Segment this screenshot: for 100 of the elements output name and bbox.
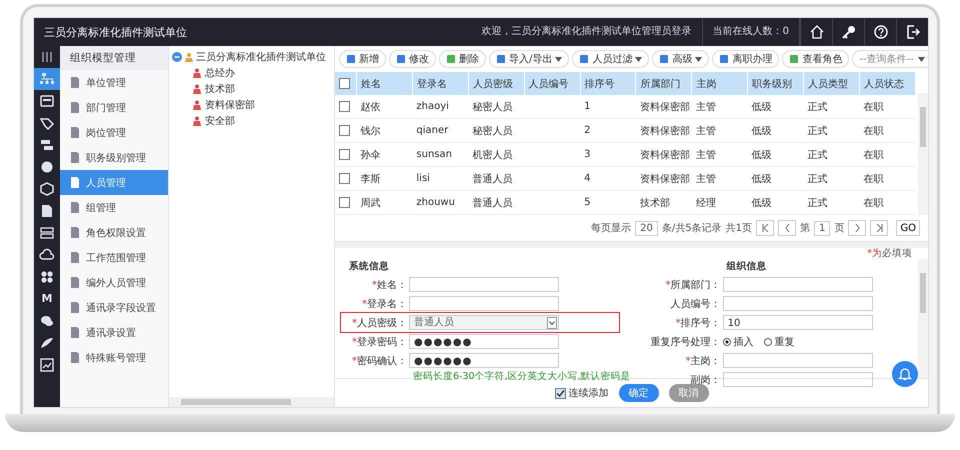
vertical-scrollbar[interactable] [918, 259, 928, 378]
table-cell: 资料保密部 [640, 174, 690, 184]
table-cell: 3 [584, 149, 590, 160]
search-select[interactable]: --查询条件-- [852, 50, 928, 68]
input-field[interactable] [722, 372, 873, 387]
table-cell: 正式 [808, 102, 828, 112]
table-cell: 在职 [864, 126, 884, 136]
group-icon [192, 100, 202, 110]
header-cell: 人员类型 [804, 72, 860, 95]
continuous-add-checkbox[interactable]: 连续添加 [554, 386, 608, 400]
input-field[interactable] [722, 296, 873, 311]
rail-letter[interactable]: M [34, 288, 60, 310]
section-title: 系统信息 [348, 260, 390, 274]
last-page-button[interactable] [870, 220, 888, 236]
toolbar-button[interactable]: 新增 [339, 50, 386, 68]
table-cell: 秘密人员 [472, 126, 512, 136]
table-cell: 正式 [808, 126, 828, 136]
sidebar-item[interactable]: 角色权限设置 [60, 220, 168, 245]
menu-icon[interactable] [41, 52, 53, 62]
vertical-scrollbar[interactable] [918, 93, 928, 215]
table-cell: 机密人员 [472, 150, 512, 160]
table-cell: 主管 [696, 150, 716, 160]
row-checkbox[interactable] [339, 172, 350, 184]
table-cell: 主管 [696, 174, 716, 184]
page-number-field[interactable]: 1 [814, 220, 830, 236]
input-field[interactable]: ●●●●●● [409, 353, 559, 368]
table-cell: 资料保密部 [640, 126, 690, 136]
checkmark-icon [556, 388, 564, 398]
field-label: 重复序号处理： [650, 336, 722, 348]
tree-node[interactable]: 总经办 [205, 66, 235, 80]
next-page-button[interactable] [848, 220, 866, 236]
table-cell: 主管 [696, 126, 716, 136]
toolbar-button[interactable]: 人员过滤 [572, 50, 650, 68]
sidebar-item[interactable]: 通讯录设置 [60, 320, 168, 345]
input-field[interactable] [409, 296, 559, 311]
table-cell: 秘密人员 [472, 102, 512, 112]
previous-page-button[interactable] [778, 220, 796, 236]
go-button[interactable]: GO [896, 220, 920, 236]
header-cell: 主岗 [692, 72, 748, 95]
radio-option[interactable]: 插入 [722, 334, 754, 348]
table-cell: 赵依 [360, 102, 380, 112]
input-field[interactable]: ●●●●●● [409, 334, 559, 349]
toolbar-button[interactable]: 离职办理 [712, 50, 780, 68]
collapse-icon[interactable] [172, 52, 182, 62]
pager-text: 第 [800, 222, 810, 235]
sidebar-item[interactable]: 岗位管理 [60, 120, 168, 145]
input-field[interactable] [409, 277, 559, 292]
pager-text: 共1页 [726, 222, 752, 235]
field-label: *登录密码： [351, 336, 408, 348]
table-cell: 在职 [864, 150, 884, 160]
table-cell: 资料保密部 [640, 102, 690, 112]
radio-option[interactable]: 重复 [764, 334, 795, 348]
bell-icon [898, 367, 912, 381]
table-cell: 主管 [696, 102, 716, 112]
confirm-button[interactable]: 确定 [618, 384, 658, 402]
table-cell: 在职 [864, 102, 884, 112]
first-page-icon [762, 224, 768, 232]
sidebar-item[interactable]: 编外人员管理 [60, 270, 168, 295]
help-icon [874, 25, 888, 39]
input-field[interactable] [722, 277, 873, 292]
select-all-checkbox[interactable] [339, 78, 350, 89]
chevron-left-icon [784, 224, 790, 232]
last-page-icon [876, 224, 883, 232]
table-cell: 资料保密部 [640, 150, 690, 160]
toolbar-button[interactable]: 高级 [652, 50, 710, 68]
tree-node[interactable]: 技术部 [205, 82, 235, 96]
sidebar-item[interactable]: 特殊账号管理 [60, 345, 168, 370]
sidebar-item[interactable]: 组管理 [60, 195, 168, 220]
toolbar-button[interactable]: 修改 [389, 50, 436, 68]
table-cell: 在职 [864, 198, 884, 208]
input-field[interactable]: 10 [722, 315, 873, 330]
horizontal-scrollbar[interactable] [169, 397, 334, 407]
sidebar-item[interactable]: 职务级别管理 [60, 145, 168, 170]
tree-node[interactable]: 安全部 [205, 114, 235, 128]
tree-node[interactable]: 三员分离标准化插件测试单位 [196, 50, 326, 64]
sidebar-item[interactable]: 通讯录字段设置 [60, 295, 168, 320]
row-checkbox[interactable] [339, 196, 350, 208]
table-cell: 钱尔 [360, 126, 380, 136]
page-size-field[interactable]: 20 [635, 220, 658, 236]
input-field[interactable] [722, 353, 873, 368]
toolbar-button[interactable]: 导入/导出 [489, 50, 570, 68]
table-cell: 在职 [864, 174, 884, 184]
row-checkbox[interactable] [339, 124, 350, 136]
toolbar-button[interactable]: 查看角色 [782, 50, 850, 68]
group-icon [192, 68, 202, 78]
sidebar-item[interactable]: 部门管理 [60, 95, 168, 120]
tree-node[interactable]: 资料保密部 [205, 98, 255, 112]
sidebar-item[interactable]: 单位管理 [60, 70, 168, 95]
row-checkbox[interactable] [339, 100, 350, 112]
first-page-button[interactable] [756, 220, 774, 236]
pager-text: 页 [834, 222, 844, 235]
sidebar-item[interactable]: 工作范围管理 [60, 245, 168, 270]
table-cell: 周武 [360, 198, 380, 208]
select-field[interactable]: 普通人员 [409, 315, 559, 330]
notification-button[interactable] [892, 361, 918, 387]
field-label: 副岗： [690, 374, 722, 386]
table-cell: zhouwu [416, 197, 455, 208]
toolbar-button[interactable]: 删除 [439, 50, 486, 68]
table-cell: 普通人员 [472, 174, 512, 184]
row-checkbox[interactable] [339, 148, 350, 160]
